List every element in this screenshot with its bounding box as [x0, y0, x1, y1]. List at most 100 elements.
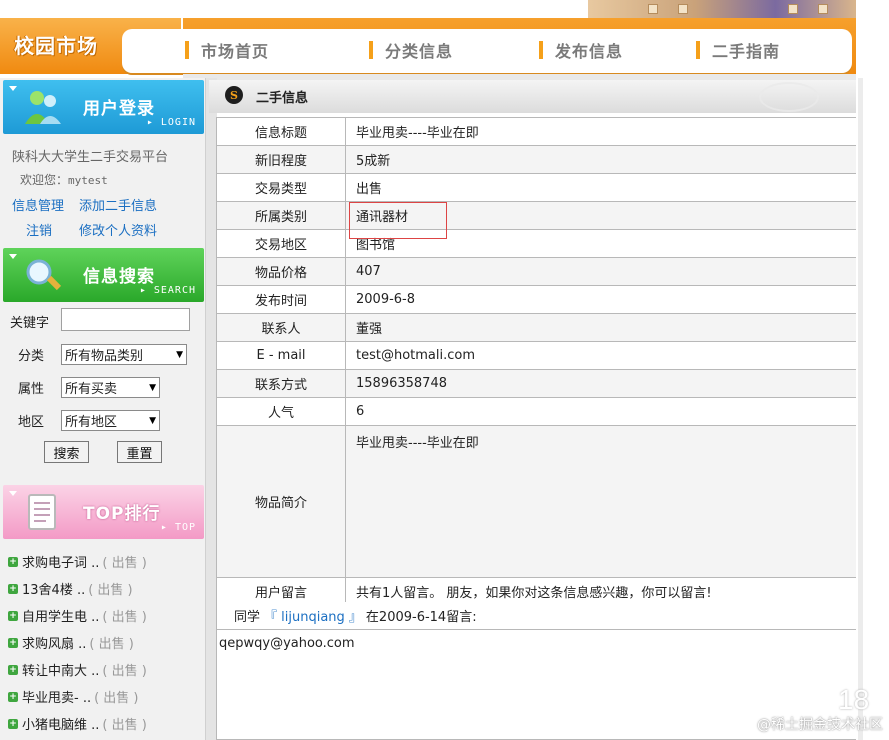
dropdown-arrow-icon: ▼	[149, 415, 156, 426]
panel-subtitle: ▸ TOP	[160, 522, 196, 533]
region-label: 地区	[18, 415, 45, 430]
field-label: 人气	[216, 397, 346, 426]
field-label: 联系人	[216, 313, 346, 342]
ranking-item[interactable]: + 毕业甩卖- ..( 出售 )	[8, 683, 204, 710]
table-row: E - mail test@hotmali.com	[216, 341, 857, 370]
field-value: 5成新	[345, 145, 857, 174]
login-panel-header: 用户登录 ▸ LOGIN	[3, 80, 204, 134]
main-nav: 市场首页 分类信息 发布信息 二手指南	[122, 29, 852, 73]
keyword-label: 关键字	[10, 316, 50, 331]
description-label: 物品简介	[216, 425, 346, 578]
comment-content: qepwqy@yahoo.com	[219, 636, 355, 651]
welcome-text: 欢迎您：mytest	[20, 171, 108, 188]
nav-home[interactable]: 市场首页	[185, 39, 269, 61]
field-label: 发布时间	[216, 285, 346, 314]
item-detail-table: 信息标题 毕业甩卖----毕业在即 新旧程度 5成新 交易类型 出售 所属类别 通讯器材…	[216, 117, 857, 606]
dropdown-arrow-icon: ▼	[149, 382, 156, 393]
comment-user-link[interactable]: 『 lijunqiang 』	[264, 606, 362, 625]
panel-subtitle: ▸ SEARCH	[139, 285, 196, 296]
users-icon	[25, 91, 61, 124]
nav-label: 分类信息	[385, 42, 454, 61]
ranking-item-title: 自用学生电 ..	[22, 610, 100, 625]
field-value: test@hotmali.com	[345, 341, 857, 370]
link-edit-profile[interactable]: 修改个人资料	[79, 220, 157, 239]
reset-button[interactable]: 重置	[117, 441, 162, 463]
nav-separator	[369, 41, 373, 59]
table-row: 信息标题 毕业甩卖----毕业在即	[216, 117, 857, 146]
ranking-item-title: 13舍4楼 ..	[22, 583, 86, 598]
link-logout[interactable]: 注销	[26, 220, 52, 239]
field-value: 通讯器材	[345, 201, 857, 230]
ranking-item[interactable]: + 求购风扇 ..( 出售 )	[8, 629, 204, 656]
ranking-item[interactable]: +13舍4楼 ..( 出售 )	[8, 575, 204, 602]
field-value: 董强	[345, 313, 857, 342]
building-window-icon	[818, 4, 828, 14]
nav-categories[interactable]: 分类信息	[369, 39, 453, 61]
search-button[interactable]: 搜索	[44, 441, 89, 463]
nav-publish[interactable]: 发布信息	[539, 39, 623, 61]
plus-icon: +	[8, 664, 18, 675]
magnifier-icon	[26, 259, 62, 291]
attribute-label: 属性	[18, 382, 45, 397]
plus-icon: +	[8, 583, 18, 594]
ranking-item[interactable]: + 转让中南大 ..( 出售 )	[8, 656, 204, 683]
attribute-select[interactable]: 所有买卖 ▼	[61, 377, 160, 398]
nav-guide[interactable]: 二手指南	[696, 39, 780, 61]
field-value: 15896358748	[345, 369, 857, 398]
ranking-item[interactable]: + 小猪电脑维 ..( 出售 )	[8, 710, 204, 737]
building-window-icon	[648, 4, 658, 14]
keyword-input[interactable]	[61, 308, 190, 331]
ranking-item[interactable]: + 自用学生电 ..( 出售 )	[8, 602, 204, 629]
ranking-item[interactable]: + 求购电子词 ..( 出售 )	[8, 548, 204, 575]
table-row: 联系人 董强	[216, 313, 857, 342]
ranking-item-tag: ( 出售 )	[102, 556, 147, 571]
plus-icon: +	[8, 556, 18, 567]
comment-prefix: 同学	[234, 610, 261, 625]
section-header: S 二手信息	[209, 80, 856, 113]
table-row: 人气 6	[216, 397, 857, 426]
ranking-item-title: 求购电子词 ..	[22, 556, 100, 571]
plus-icon: +	[8, 718, 18, 729]
attribute-select-value: 所有买卖	[65, 382, 118, 397]
table-row: 新旧程度 5成新	[216, 145, 857, 174]
field-value: 毕业甩卖----毕业在即	[345, 117, 857, 146]
table-row: 发布时间 2009-6-8	[216, 285, 857, 314]
field-label: 交易类型	[216, 173, 346, 202]
field-value: 407	[345, 257, 857, 286]
table-row: 物品简介 毕业甩卖----毕业在即	[216, 425, 857, 578]
plus-icon: +	[8, 691, 18, 702]
building-window-icon	[788, 4, 798, 14]
region-select-value: 所有地区	[65, 415, 118, 430]
collapse-triangle-icon	[9, 86, 17, 91]
username: mytest	[68, 174, 108, 187]
table-row: 联系方式 15896358748	[216, 369, 857, 398]
field-label: 新旧程度	[216, 145, 346, 174]
collapse-triangle-icon	[9, 491, 17, 496]
field-label: 物品价格	[216, 257, 346, 286]
nav-separator	[696, 41, 700, 59]
field-label: 信息标题	[216, 117, 346, 146]
table-row: 交易类型 出售	[216, 173, 857, 202]
ranking-item-title: 求购风扇 ..	[22, 637, 87, 652]
link-info-management[interactable]: 信息管理	[12, 195, 64, 214]
field-label: 所属类别	[216, 201, 346, 230]
description-value: 毕业甩卖----毕业在即	[345, 425, 857, 578]
section-title: 二手信息	[256, 91, 309, 106]
table-row: 所属类别 通讯器材	[216, 201, 857, 230]
region-select[interactable]: 所有地区 ▼	[61, 410, 160, 431]
ranking-item-title: 转让中南大 ..	[22, 664, 100, 679]
category-select[interactable]: 所有物品类别 ▼	[61, 344, 187, 365]
nav-label: 发布信息	[555, 42, 624, 61]
panel-title: TOP排行	[83, 504, 161, 524]
field-value: 2009-6-8	[345, 285, 857, 314]
comment-date: 在2009-6-14留言:	[365, 610, 477, 625]
right-gutter	[856, 0, 889, 740]
plus-icon: +	[8, 610, 18, 621]
top-ranking-panel-header: TOP排行 ▸ TOP	[3, 485, 204, 539]
ranking-item-tag: ( 出售 )	[102, 718, 147, 733]
nav-separator	[185, 41, 189, 59]
link-add-secondhand[interactable]: 添加二手信息	[79, 195, 157, 214]
dropdown-arrow-icon: ▼	[176, 349, 183, 360]
site-name: 陕科大大学生二手交易平台	[12, 150, 169, 165]
ranking-item-title: 毕业甩卖- ..	[22, 691, 92, 706]
